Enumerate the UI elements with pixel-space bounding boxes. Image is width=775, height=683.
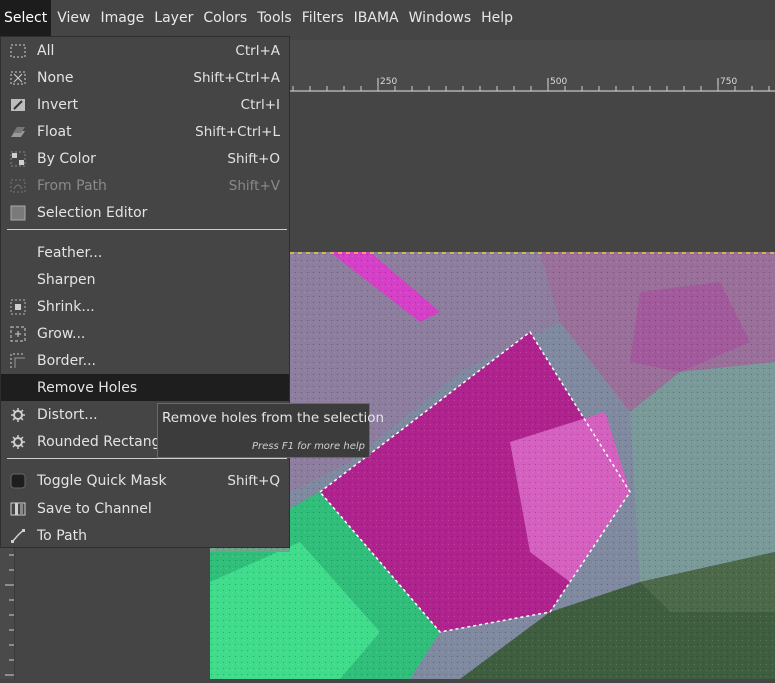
ruler-label-750: 750	[720, 77, 738, 87]
menu-item-label: Sharpen	[37, 271, 96, 288]
menu-item-by-color[interactable]: By Color Shift+O	[1, 145, 289, 172]
channel-icon	[9, 500, 27, 518]
satellite-image[interactable]	[210, 252, 775, 679]
gear-icon	[9, 406, 27, 424]
menu-item-float[interactable]: Float Shift+Ctrl+L	[1, 118, 289, 145]
menu-item-toggle-quick-mask[interactable]: Toggle Quick Mask Shift+Q	[1, 467, 289, 494]
ruler-label-250: 250	[380, 77, 398, 87]
menu-item-label: Float	[37, 123, 72, 140]
menu-tools[interactable]: Tools	[253, 0, 296, 36]
menu-item-label: Selection Editor	[37, 204, 148, 221]
menu-item-label: All	[37, 42, 55, 59]
shrink-icon	[9, 298, 27, 316]
menu-item-sharpen[interactable]: Sharpen	[1, 266, 289, 293]
menubar: Select View Image Layer Colors Tools Fil…	[0, 0, 775, 36]
horizontal-ruler[interactable]: 250 500 750	[290, 40, 775, 92]
menu-item-invert[interactable]: Invert Ctrl+I	[1, 91, 289, 118]
menu-item-save-to-channel[interactable]: Save to Channel	[1, 495, 289, 522]
menu-ibama[interactable]: IBAMA	[350, 0, 403, 36]
menu-item-from-path: From Path Shift+V	[1, 172, 289, 199]
vertical-ruler[interactable]	[0, 545, 15, 679]
menu-layer[interactable]: Layer	[150, 0, 197, 36]
tooltip: Remove holes from the selection Press F1…	[157, 403, 384, 458]
gear-icon	[9, 433, 27, 451]
float-layer-icon	[9, 123, 27, 141]
menu-item-label: By Color	[37, 150, 96, 167]
menu-item-label: None	[37, 69, 74, 86]
grow-icon	[9, 325, 27, 343]
menu-item-border[interactable]: Border...	[1, 347, 289, 374]
tooltip-help: Press F1 for more help	[251, 441, 365, 452]
border-icon	[9, 352, 27, 370]
select-none-icon	[9, 69, 27, 87]
menu-item-shrink[interactable]: Shrink...	[1, 293, 289, 320]
menu-item-shortcut: Shift+Q	[227, 472, 280, 489]
menu-filters[interactable]: Filters	[298, 0, 348, 36]
menu-view[interactable]: View	[53, 0, 94, 36]
quick-mask-icon	[9, 472, 27, 490]
menu-item-shortcut: Shift+O	[227, 150, 280, 167]
menu-help[interactable]: Help	[477, 0, 517, 36]
menu-item-selection-editor[interactable]: Selection Editor	[1, 199, 289, 226]
menu-item-label: Border...	[37, 352, 97, 369]
select-by-color-icon	[9, 150, 27, 168]
menu-item-shortcut: Shift+Ctrl+L	[195, 123, 280, 140]
menu-item-shortcut: Shift+V	[228, 177, 280, 194]
menu-item-none[interactable]: None Shift+Ctrl+A	[1, 64, 289, 91]
selection-editor-icon	[9, 204, 27, 222]
menu-colors[interactable]: Colors	[199, 0, 251, 36]
empty-icon-slot	[9, 244, 27, 262]
menu-image[interactable]: Image	[96, 0, 148, 36]
menu-item-label: Feather...	[37, 244, 103, 261]
invert-selection-icon	[9, 96, 27, 114]
menu-select[interactable]: Select	[0, 0, 52, 36]
menu-separator	[7, 229, 287, 230]
path-icon	[9, 527, 27, 545]
menu-item-label: To Path	[37, 527, 87, 544]
menu-item-shortcut: Ctrl+I	[240, 96, 280, 113]
menu-item-label: From Path	[37, 177, 107, 194]
empty-icon-slot	[9, 271, 27, 289]
menu-item-feather[interactable]: Feather...	[1, 239, 289, 266]
ruler-label-500: 500	[550, 77, 568, 87]
menu-separator	[7, 458, 287, 459]
menu-item-label: Shrink...	[37, 298, 95, 315]
select-all-icon	[9, 42, 27, 60]
menu-item-shortcut: Shift+Ctrl+A	[193, 69, 280, 86]
menu-windows[interactable]: Windows	[405, 0, 476, 36]
menu-item-grow[interactable]: Grow...	[1, 320, 289, 347]
menu-item-label: Save to Channel	[37, 500, 152, 517]
tooltip-text: Remove holes from the selection	[162, 410, 385, 426]
select-menu: All Ctrl+A None Shift+Ctrl+A Invert Ctrl…	[0, 36, 290, 548]
menu-item-remove-holes[interactable]: Remove Holes	[1, 374, 289, 401]
menu-item-label: Invert	[37, 96, 79, 113]
menu-item-label: Remove Holes	[37, 379, 138, 396]
menu-item-label: Grow...	[37, 325, 86, 342]
menu-item-all[interactable]: All Ctrl+A	[1, 37, 289, 64]
from-path-icon	[9, 177, 27, 195]
empty-icon-slot	[9, 379, 27, 397]
menu-item-label: Toggle Quick Mask	[37, 472, 167, 489]
menu-item-to-path[interactable]: To Path	[1, 522, 289, 549]
menu-item-shortcut: Ctrl+A	[235, 42, 280, 59]
